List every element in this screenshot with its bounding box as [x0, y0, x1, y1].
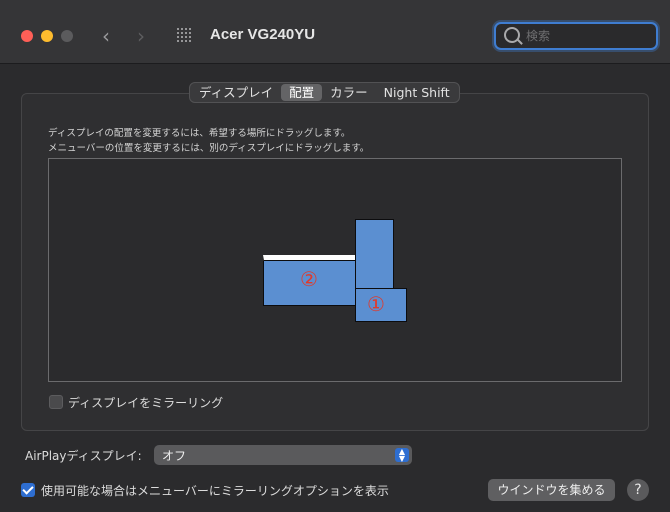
gather-windows-button[interactable]: ウインドウを集める [488, 479, 615, 501]
mirror-displays-checkbox[interactable] [49, 395, 63, 409]
airplay-display-label: AirPlayディスプレイ: [25, 449, 142, 463]
tab-night-shift[interactable]: Night Shift [376, 84, 458, 101]
show-mirroring-options-label: 使用可能な場合はメニューバーにミラーリングオプションを表示 [41, 484, 389, 498]
search-icon [504, 27, 520, 43]
display-arrangement-area[interactable]: ② ① [48, 158, 622, 382]
show-mirroring-options-checkbox[interactable] [21, 483, 35, 497]
tab-color[interactable]: カラー [322, 84, 376, 101]
tab-display[interactable]: ディスプレイ [191, 84, 281, 101]
zoom-button[interactable] [61, 30, 73, 42]
display-1-thumbnail[interactable]: ① [355, 288, 407, 322]
mirror-displays-label: ディスプレイをミラーリング [68, 396, 224, 410]
display-1-number: ① [367, 292, 385, 316]
search-field[interactable] [494, 22, 658, 50]
help-button[interactable]: ? [627, 479, 649, 501]
airplay-display-select[interactable]: オフ ▲ ▼ [154, 445, 412, 465]
back-chevron-icon[interactable]: ‹ [102, 24, 110, 48]
chevron-up-down-icon: ▲ ▼ [395, 448, 409, 463]
arrangement-description-line2: メニューバーの位置を変更するには、別のディスプレイにドラッグします。 [48, 143, 370, 154]
airplay-display-value: オフ [162, 449, 187, 463]
forward-chevron-icon[interactable]: › [137, 24, 145, 48]
display-2-number: ② [300, 267, 318, 291]
show-all-grid-icon[interactable] [177, 28, 193, 44]
title-bar: ‹ › Acer VG240YU [0, 0, 670, 64]
close-button[interactable] [21, 30, 33, 42]
tab-arrangement[interactable]: 配置 [281, 84, 323, 101]
tab-bar: ディスプレイ 配置 カラー Night Shift [189, 82, 460, 103]
display-1-thumbnail-upper[interactable] [355, 219, 394, 291]
arrangement-description-line1: ディスプレイの配置を変更するには、希望する場所にドラッグします。 [48, 128, 351, 139]
display-2-thumbnail[interactable]: ② [263, 255, 357, 306]
window-title: Acer VG240YU [210, 26, 316, 43]
minimize-button[interactable] [41, 30, 53, 42]
search-input[interactable] [526, 27, 651, 45]
